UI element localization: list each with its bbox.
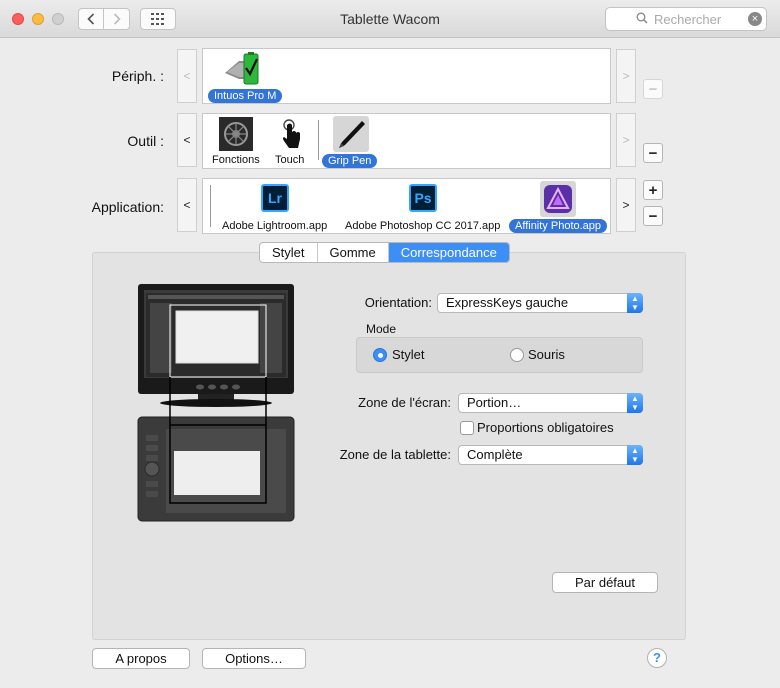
tool-grip-pen-label[interactable]: Grip Pen <box>322 154 378 168</box>
tool-prev-button[interactable]: < <box>177 113 197 167</box>
application-row-label: Application: <box>91 199 164 215</box>
popup-arrows-icon: ▲ ▼ <box>627 445 643 465</box>
screen-area-value: Portion… <box>467 395 522 410</box>
mode-souris-label[interactable]: Souris <box>528 347 565 362</box>
add-application-button[interactable]: + <box>643 180 663 200</box>
photoshop-app-icon[interactable]: Ps <box>409 184 437 212</box>
app-lightroom-label: Adobe Lightroom.app <box>222 220 328 232</box>
device-intuos-pro-m-label[interactable]: Intuos Pro M <box>208 89 283 103</box>
remove-tool-button[interactable]: − <box>643 143 663 163</box>
tablet-area-popup[interactable]: Complète ▲ ▼ <box>458 445 643 465</box>
proportions-checkbox[interactable] <box>460 421 474 435</box>
mapping-illustration <box>136 283 296 523</box>
tablet-device-icon[interactable] <box>223 51 261 87</box>
remove-application-button[interactable]: − <box>643 206 663 226</box>
app-photoshop-label: Adobe Photoshop CC 2017.app <box>345 220 501 232</box>
tab-gomme[interactable]: Gomme <box>318 243 389 262</box>
functions-tool-icon[interactable] <box>219 117 253 151</box>
tab-bar: Stylet Gomme Correspondance <box>259 242 510 263</box>
screen-area-popup[interactable]: Portion… ▲ ▼ <box>458 393 643 413</box>
search-field[interactable]: Rechercher × <box>605 7 767 31</box>
tool-fonctions-label: Fonctions <box>212 154 260 166</box>
search-icon <box>636 12 648 27</box>
orientation-label: Orientation: <box>364 295 432 310</box>
lightroom-app-icon[interactable]: Lr <box>261 184 289 212</box>
device-prev-button[interactable]: < <box>177 49 197 103</box>
about-button[interactable]: A propos <box>92 648 190 669</box>
title-bar: Tablette Wacom Rechercher × <box>0 0 780 38</box>
orientation-value: ExpressKeys gauche <box>446 295 569 310</box>
touch-tool-icon[interactable] <box>281 117 303 151</box>
device-row-label: Périph. : <box>111 68 164 84</box>
mode-souris-radio[interactable] <box>510 348 524 362</box>
app-affinity-photo-label[interactable]: Affinity Photo.app <box>509 219 608 233</box>
clear-search-icon[interactable]: × <box>748 12 762 26</box>
tool-separator <box>318 120 319 160</box>
tool-strip: Fonctions Touch Grip Pen <box>202 113 611 169</box>
tab-stylet[interactable]: Stylet <box>260 243 318 262</box>
popup-arrows-icon: ▲ ▼ <box>627 293 643 313</box>
tool-next-button[interactable]: > <box>616 113 636 167</box>
device-strip: Intuos Pro M <box>202 48 611 104</box>
grip-pen-tool-icon[interactable] <box>333 116 369 152</box>
affinity-photo-app-icon[interactable] <box>540 181 576 217</box>
tab-correspondance[interactable]: Correspondance <box>388 243 509 262</box>
screen-area-label: Zone de l'écran: <box>358 395 451 410</box>
mode-label: Mode <box>366 322 397 336</box>
application-next-button[interactable]: > <box>616 178 636 232</box>
options-button[interactable]: Options… <box>202 648 306 669</box>
application-separator <box>210 185 211 227</box>
application-prev-button[interactable]: < <box>177 178 197 232</box>
tool-touch-label: Touch <box>275 154 305 166</box>
default-button[interactable]: Par défaut <box>552 572 658 593</box>
application-strip: Lr Adobe Lightroom.app Ps Adobe Photosho… <box>202 178 611 234</box>
popup-arrows-icon: ▲ ▼ <box>627 393 643 413</box>
help-button[interactable]: ? <box>647 648 667 668</box>
device-next-button[interactable]: > <box>616 49 636 103</box>
tool-row-label: Outil : <box>127 133 164 149</box>
mode-stylet-radio[interactable] <box>373 348 387 362</box>
mode-stylet-label[interactable]: Stylet <box>392 347 425 362</box>
orientation-popup[interactable]: ExpressKeys gauche ▲ ▼ <box>437 293 643 313</box>
search-placeholder: Rechercher <box>654 12 722 27</box>
tablet-area-label: Zone de la tablette: <box>339 447 451 462</box>
tablet-area-value: Complète <box>467 447 523 462</box>
proportions-label[interactable]: Proportions obligatoires <box>477 420 614 435</box>
remove-device-button[interactable]: − <box>643 79 663 99</box>
